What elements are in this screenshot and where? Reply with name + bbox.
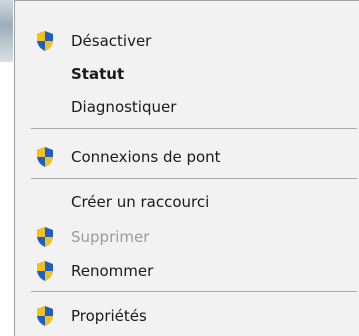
menu-item-statut[interactable]: Statut xyxy=(15,58,359,90)
menu-item-label: Désactiver xyxy=(71,32,152,50)
menu-item-supprimer: Supprimer xyxy=(15,221,359,253)
background-window-fragment xyxy=(0,0,13,62)
menu-item-label: Supprimer xyxy=(71,228,150,246)
menu-item-proprietes[interactable]: Propriétés xyxy=(15,300,359,332)
menu-separator xyxy=(31,178,357,179)
menu-separator xyxy=(31,291,357,292)
uac-shield-icon xyxy=(37,227,53,247)
uac-shield-icon xyxy=(37,261,53,281)
menu-item-label: Statut xyxy=(71,65,125,83)
menu-item-diagnostiquer[interactable]: Diagnostiquer xyxy=(15,91,359,123)
uac-shield-icon xyxy=(37,31,53,51)
uac-shield-icon xyxy=(37,306,53,326)
menu-item-renommer[interactable]: Renommer xyxy=(15,255,359,287)
uac-shield-icon xyxy=(37,147,53,167)
menu-item-label: Propriétés xyxy=(71,307,147,325)
menu-item-label: Connexions de pont xyxy=(71,148,221,166)
background-window-edge xyxy=(0,0,14,336)
context-menu: Désactiver Statut Diagnostiquer Connexio… xyxy=(14,0,359,336)
menu-item-label: Créer un raccourci xyxy=(71,193,210,211)
menu-item-desactiver[interactable]: Désactiver xyxy=(15,25,359,57)
menu-item-connexions-de-pont[interactable]: Connexions de pont xyxy=(15,141,359,173)
menu-item-creer-un-raccourci[interactable]: Créer un raccourci xyxy=(15,186,359,218)
menu-item-label: Renommer xyxy=(71,262,154,280)
menu-separator xyxy=(31,128,357,129)
menu-item-label: Diagnostiquer xyxy=(71,98,177,116)
